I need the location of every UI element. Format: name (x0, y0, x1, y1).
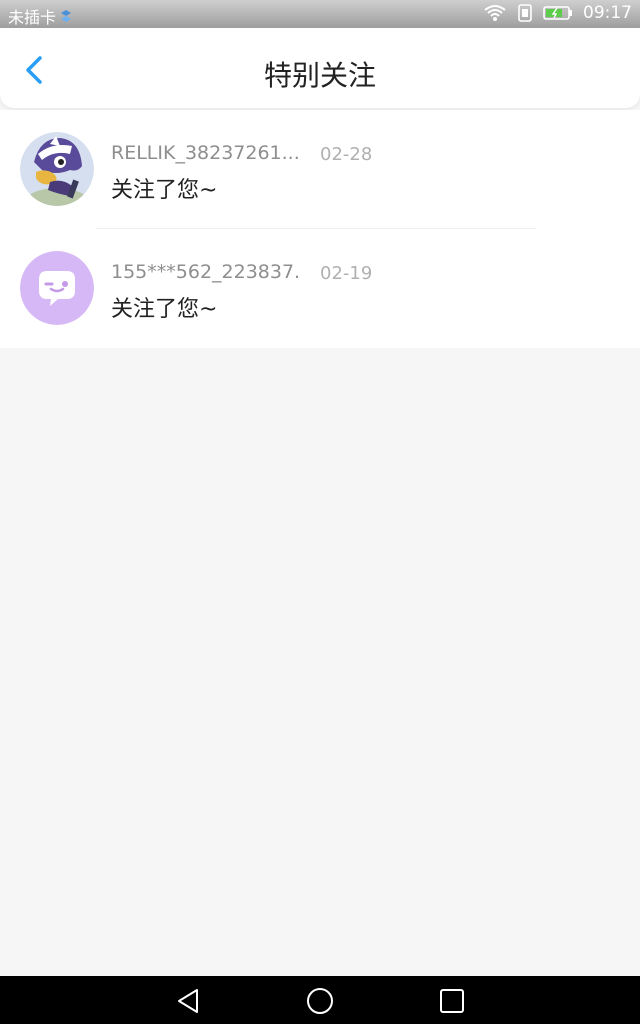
recents-square-icon (440, 989, 464, 1013)
page-title: 特别关注 (263, 59, 376, 92)
screen: 未插卡 09:17 特别关注 RELLIK_38237261... 02-28 … (0, 0, 640, 1024)
item-date: 02-28 (320, 144, 373, 165)
user-name: 155***562_223837... (111, 261, 301, 283)
header-bar: 特别关注 (0, 28, 640, 108)
status-left: 未插卡 (8, 4, 72, 28)
battery-icon (543, 6, 572, 20)
nav-back-button[interactable] (173, 986, 203, 1016)
status-right: 09:17 (483, 3, 632, 23)
clock: 09:17 (583, 3, 632, 23)
item-message: 关注了您~ (111, 297, 218, 322)
nav-home-button[interactable] (305, 986, 335, 1016)
list-item[interactable]: RELLIK_38237261... 02-28 关注了您~ (0, 110, 640, 229)
carrier-text: 未插卡 (8, 8, 57, 27)
system-nav-bar (0, 976, 640, 1024)
avatar[interactable] (20, 132, 94, 206)
status-bar: 未插卡 09:17 (0, 0, 640, 28)
cartoon-avatar-icon (20, 132, 94, 206)
nav-recents-button[interactable] (437, 986, 467, 1016)
sim-icon (61, 10, 72, 22)
home-circle-icon (307, 988, 333, 1014)
avatar[interactable] (20, 251, 94, 325)
item-message: 关注了您~ (111, 178, 218, 203)
sim-card-icon (518, 4, 532, 22)
chat-bubble-icon (20, 251, 94, 325)
back-triangle-icon (178, 989, 198, 1013)
item-date: 02-19 (320, 263, 373, 284)
user-name: RELLIK_38237261... (111, 142, 300, 164)
follow-list: RELLIK_38237261... 02-28 关注了您~ 155***562… (0, 110, 640, 348)
list-item[interactable]: 155***562_223837... 02-19 关注了您~ (0, 229, 640, 348)
wifi-icon (484, 5, 506, 21)
